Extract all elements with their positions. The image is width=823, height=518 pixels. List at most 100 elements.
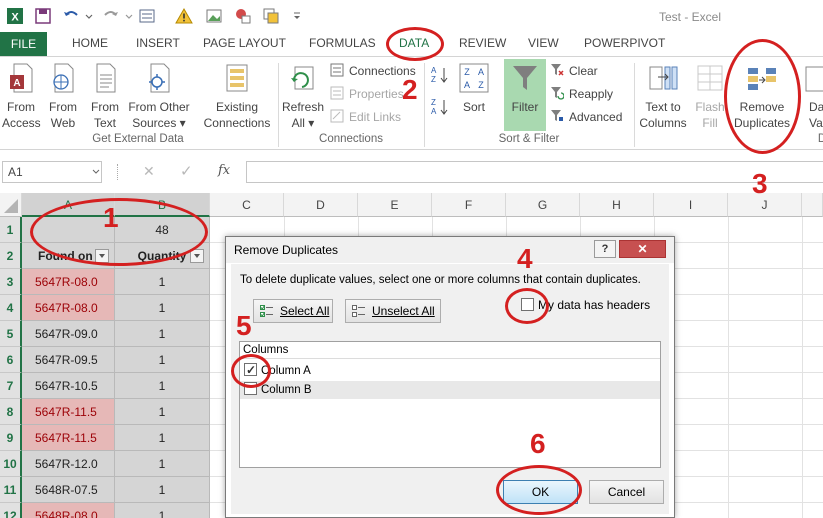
text-to-columns-button[interactable]: Text to Columns [636,61,690,133]
unselect-all-label: Unselect All [372,304,435,318]
cell-a12[interactable]: 5648R-08.0 [22,503,115,518]
sort-z-to-a-button[interactable]: Z A [430,97,452,117]
flash-fill-button[interactable]: Flash Fill [692,61,728,133]
column-b-row[interactable]: Column B [240,381,660,399]
column-header-e[interactable]: E [358,193,432,217]
chevron-down-icon[interactable] [120,7,138,25]
row-header[interactable]: 1 [0,217,22,243]
row-header[interactable]: 2 [0,243,22,269]
tab-insert[interactable]: INSERT [136,36,180,50]
customize-icon[interactable] [288,7,306,25]
column-header-c[interactable]: C [210,193,284,217]
edit-links-button[interactable]: Edit Links [330,108,401,126]
column-header-k[interactable] [802,193,823,217]
column-header-d[interactable]: D [284,193,358,217]
redo-icon[interactable] [102,7,120,25]
warning-icon[interactable] [175,7,193,25]
cell-a7[interactable]: 5647R-10.5 [22,373,115,399]
cell-a6[interactable]: 5647R-09.5 [22,347,115,373]
cell-a8[interactable]: 5647R-11.5 [22,399,115,425]
formula-input[interactable] [246,161,823,183]
from-text-button[interactable]: From Text [86,61,124,133]
row-header[interactable]: 12 [0,503,22,518]
cell-a3[interactable]: 5647R-08.0 [22,269,115,295]
properties-button[interactable]: Properties [330,85,404,103]
clear-filter-button[interactable]: Clear [550,62,598,80]
close-button[interactable]: ✕ [619,240,666,258]
column-a-row[interactable]: Column A [240,361,660,380]
row-header[interactable]: 10 [0,451,22,477]
row-header[interactable]: 9 [0,425,22,451]
row-header[interactable]: 6 [0,347,22,373]
insert-function-icon[interactable]: fx [218,163,230,178]
refresh-all-button[interactable]: Refresh All ▾ [282,61,324,133]
formula-splitter[interactable] [117,164,120,180]
clear-filter-icon [551,64,564,76]
save-icon[interactable] [34,7,52,25]
tab-powerpivot[interactable]: POWERPIVOT [584,36,665,50]
cell-b6[interactable]: 1 [115,347,210,373]
name-box[interactable]: A1 [2,161,102,183]
advanced-filter-button[interactable]: Advanced [550,108,622,126]
tab-home[interactable]: HOME [72,36,108,50]
unselect-all-button[interactable]: Unselect All [345,299,441,323]
annotation-ellipse-2 [386,27,444,61]
confirm-entry-icon[interactable]: ✓ [180,162,193,180]
cancel-button[interactable]: Cancel [589,480,664,504]
cell-b9[interactable]: 1 [115,425,210,451]
gridline [802,217,803,518]
cell-b12[interactable]: 1 [115,503,210,518]
dialog-title-bar[interactable]: Remove Duplicates ? ✕ [226,237,674,263]
column-header-f[interactable]: F [432,193,506,217]
select-all-button[interactable]: Select All [253,299,333,323]
chevron-down-icon[interactable] [80,7,98,25]
sort-a-to-z-button[interactable]: A Z [430,65,452,85]
cell-b3[interactable]: 1 [115,269,210,295]
column-header-g[interactable]: G [506,193,580,217]
column-header-i[interactable]: I [654,193,728,217]
from-access-button[interactable]: A From Access [2,61,41,133]
cell-b11[interactable]: 1 [115,477,210,503]
from-other-sources-button[interactable]: From Other Sources ▾ [126,61,192,133]
form-icon[interactable] [138,7,156,25]
reapply-button[interactable]: Reapply [550,85,613,103]
cell-a10[interactable]: 5647R-12.0 [22,451,115,477]
undo-icon[interactable] [62,7,80,25]
advanced-filter-icon [551,110,563,121]
cell-b7[interactable]: 1 [115,373,210,399]
cell-b10[interactable]: 1 [115,451,210,477]
row-header[interactable]: 3 [0,269,22,295]
sort-icon: Z A A Z [459,63,489,93]
tab-review[interactable]: REVIEW [459,36,506,50]
cell-b5[interactable]: 1 [115,321,210,347]
cell-a4[interactable]: 5647R-08.0 [22,295,115,321]
row-header[interactable]: 5 [0,321,22,347]
cell-a9[interactable]: 5647R-11.5 [22,425,115,451]
cell-a5[interactable]: 5647R-09.0 [22,321,115,347]
chevron-down-icon[interactable] [92,169,100,175]
filter-button[interactable]: Filter [504,59,546,131]
advanced-label: Advanced [569,110,623,124]
tab-view[interactable]: VIEW [528,36,559,50]
tab-formulas[interactable]: FORMULAS [309,36,376,50]
row-header[interactable]: 7 [0,373,22,399]
tab-page-layout[interactable]: PAGE LAYOUT [203,36,286,50]
column-header-h[interactable]: H [580,193,654,217]
picture-icon[interactable] [205,7,223,25]
select-all-corner[interactable] [0,193,22,217]
row-header[interactable]: 4 [0,295,22,321]
row-header[interactable]: 8 [0,399,22,425]
shape-icon[interactable] [234,7,252,25]
sort-button[interactable]: Z A A Z Sort [456,61,492,133]
cell-b8[interactable]: 1 [115,399,210,425]
columns-list-header: Columns [240,342,660,359]
help-button[interactable]: ? [594,240,616,258]
tab-file[interactable]: FILE [0,32,47,56]
from-web-button[interactable]: From Web [44,61,82,133]
existing-connections-button[interactable]: Existing Connections [200,61,274,133]
cancel-entry-icon[interactable]: ✕ [143,163,155,180]
row-header[interactable]: 11 [0,477,22,503]
cell-a11[interactable]: 5648R-07.5 [22,477,115,503]
copy-format-icon[interactable] [262,7,280,25]
cell-b4[interactable]: 1 [115,295,210,321]
